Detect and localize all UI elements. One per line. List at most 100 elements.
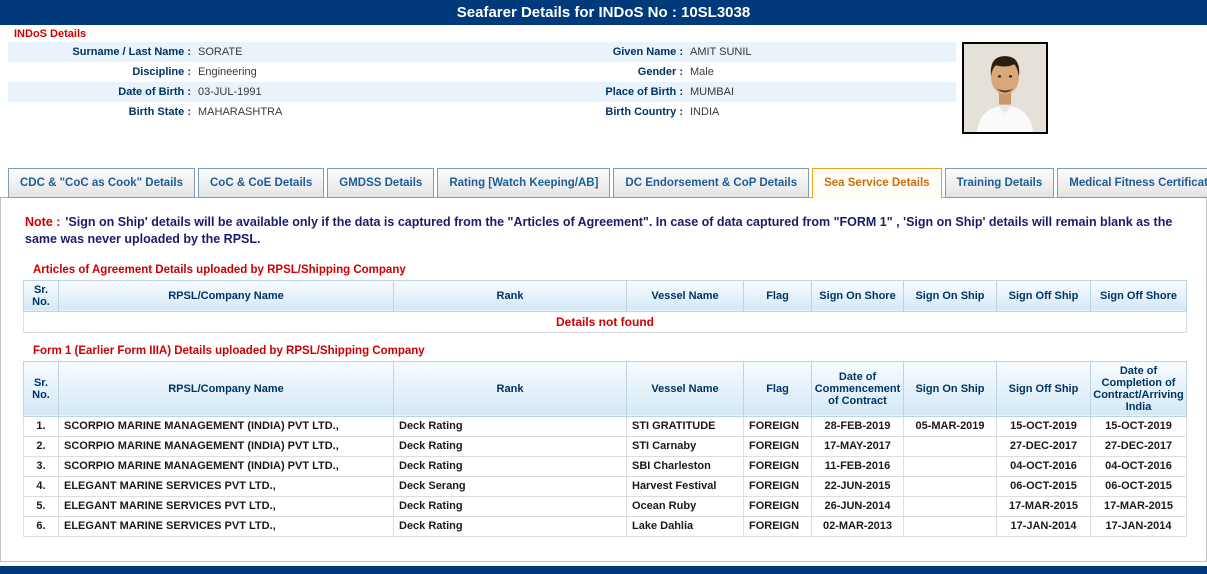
cell-commencement-date: 28-FEB-2019 [812, 416, 904, 436]
cell-sign-on-ship: 05-MAR-2019 [904, 416, 997, 436]
cell-commencement-date: 22-JUN-2015 [812, 476, 904, 496]
cell-company: SCORPIO MARINE MANAGEMENT (INDIA) PVT LT… [59, 416, 394, 436]
cell-sr-no: 3. [24, 456, 59, 476]
tab-cdc-coc-as-cook-details[interactable]: CDC & "CoC as Cook" Details [8, 168, 195, 198]
articles-of-agreement-table: Sr. No. RPSL/Company Name Rank Vessel Na… [23, 280, 1187, 333]
gender-label: Gender : [498, 66, 690, 78]
cell-vessel: STI Carnaby [627, 436, 744, 456]
birth-country-label: Birth Country : [498, 106, 690, 118]
col-sign-off-ship: Sign Off Ship [997, 280, 1091, 311]
col-flag: Flag [744, 361, 812, 416]
cell-flag: FOREIGN [744, 516, 812, 536]
col-sign-off-ship: Sign Off Ship [997, 361, 1091, 416]
articles-header-row: Sr. No. RPSL/Company Name Rank Vessel Na… [24, 280, 1187, 311]
cell-flag: FOREIGN [744, 496, 812, 516]
note-text: Note :'Sign on Ship' details will be ava… [25, 214, 1192, 248]
cell-completion-date: 17-MAR-2015 [1091, 496, 1187, 516]
cell-rank: Deck Rating [394, 516, 627, 536]
cell-sign-off-ship: 15-OCT-2019 [997, 416, 1091, 436]
birth-country-value: INDIA [690, 106, 956, 118]
indos-details-section-label: INDoS Details [14, 28, 1207, 40]
tab-bar: CDC & "CoC as Cook" Details CoC & CoE De… [8, 168, 1207, 198]
cell-sign-off-ship: 27-DEC-2017 [997, 436, 1091, 456]
cell-commencement-date: 11-FEB-2016 [812, 456, 904, 476]
cell-company: ELEGANT MARINE SERVICES PVT LTD., [59, 516, 394, 536]
cell-company: ELEGANT MARINE SERVICES PVT LTD., [59, 476, 394, 496]
cell-sr-no: 1. [24, 416, 59, 436]
tab-rating-watch-keeping-ab[interactable]: Rating [Watch Keeping/AB] [437, 168, 610, 198]
cell-company: SCORPIO MARINE MANAGEMENT (INDIA) PVT LT… [59, 456, 394, 476]
person-portrait-icon [964, 44, 1046, 132]
cell-completion-date: 04-OCT-2016 [1091, 456, 1187, 476]
tab-medical-fitness-certificate[interactable]: Medical Fitness Certificate [1057, 168, 1207, 198]
col-company: RPSL/Company Name [59, 280, 394, 311]
cell-vessel: Lake Dahlia [627, 516, 744, 536]
cell-sign-on-ship [904, 496, 997, 516]
cell-vessel: SBI Charleston [627, 456, 744, 476]
cell-rank: Deck Serang [394, 476, 627, 496]
detail-row-discipline: Discipline : Engineering Gender : Male [8, 62, 956, 82]
cell-sign-off-ship: 17-JAN-2014 [997, 516, 1091, 536]
cell-flag: FOREIGN [744, 456, 812, 476]
tab-training-details[interactable]: Training Details [945, 168, 1055, 198]
birth-state-label: Birth State : [8, 106, 198, 118]
given-name-value: AMIT SUNIL [690, 46, 956, 58]
form1-header-row: Sr. No. RPSL/Company Name Rank Vessel Na… [24, 361, 1187, 416]
detail-row-birth: Date of Birth : 03-JUL-1991 Place of Bir… [8, 82, 956, 102]
cell-company: SCORPIO MARINE MANAGEMENT (INDIA) PVT LT… [59, 436, 394, 456]
surname-value: SORATE [198, 46, 498, 58]
tab-dc-endorsement-cop-details[interactable]: DC Endorsement & CoP Details [613, 168, 809, 198]
cell-sign-off-ship: 17-MAR-2015 [997, 496, 1091, 516]
date-of-birth-label: Date of Birth : [8, 86, 198, 98]
cell-completion-date: 06-OCT-2015 [1091, 476, 1187, 496]
tab-coc-coe-details[interactable]: CoC & CoE Details [198, 168, 324, 198]
col-completion-date: Date of Completion of Contract/Arriving … [1091, 361, 1187, 416]
cell-rank: Deck Rating [394, 436, 627, 456]
detail-row-name: Surname / Last Name : SORATE Given Name … [8, 42, 956, 62]
col-sr-no: Sr. No. [24, 280, 59, 311]
cell-vessel: Ocean Ruby [627, 496, 744, 516]
page-title: Seafarer Details for INDoS No : 10SL3038 [0, 0, 1207, 25]
place-of-birth-label: Place of Birth : [498, 86, 690, 98]
cell-flag: FOREIGN [744, 416, 812, 436]
discipline-value: Engineering [198, 66, 498, 78]
discipline-label: Discipline : [8, 66, 198, 78]
col-vessel: Vessel Name [627, 361, 744, 416]
tab-sea-service-details[interactable]: Sea Service Details [812, 168, 942, 199]
cell-sign-on-ship [904, 436, 997, 456]
seafarer-photo [962, 42, 1048, 134]
col-vessel: Vessel Name [627, 280, 744, 311]
table-row: 2. SCORPIO MARINE MANAGEMENT (INDIA) PVT… [24, 436, 1187, 456]
cell-rank: Deck Rating [394, 416, 627, 436]
cell-sign-on-ship [904, 456, 997, 476]
col-flag: Flag [744, 280, 812, 311]
table-row: 4. ELEGANT MARINE SERVICES PVT LTD., Dec… [24, 476, 1187, 496]
cell-completion-date: 27-DEC-2017 [1091, 436, 1187, 456]
col-sr-no: Sr. No. [24, 361, 59, 416]
cell-rank: Deck Rating [394, 496, 627, 516]
note-prefix: Note : [25, 215, 60, 229]
col-rank: Rank [394, 280, 627, 311]
cell-completion-date: 15-OCT-2019 [1091, 416, 1187, 436]
table-row: 1. SCORPIO MARINE MANAGEMENT (INDIA) PVT… [24, 416, 1187, 436]
cell-commencement-date: 02-MAR-2013 [812, 516, 904, 536]
col-commencement-date: Date of Commencement of Contract [812, 361, 904, 416]
details-not-found-message: Details not found [24, 311, 1187, 332]
cell-rank: Deck Rating [394, 456, 627, 476]
col-sign-off-shore: Sign Off Shore [1091, 280, 1187, 311]
cell-vessel: Harvest Festival [627, 476, 744, 496]
cell-commencement-date: 17-MAY-2017 [812, 436, 904, 456]
given-name-label: Given Name : [498, 46, 690, 58]
col-sign-on-ship: Sign On Ship [904, 361, 997, 416]
sea-service-tab-content: Note :'Sign on Ship' details will be ava… [0, 197, 1207, 562]
cell-vessel: STI GRATITUDE [627, 416, 744, 436]
cell-sign-on-ship [904, 476, 997, 496]
col-sign-on-shore: Sign On Shore [812, 280, 904, 311]
cell-sr-no: 5. [24, 496, 59, 516]
col-rank: Rank [394, 361, 627, 416]
tab-gmdss-details[interactable]: GMDSS Details [327, 168, 434, 198]
col-company: RPSL/Company Name [59, 361, 394, 416]
footer-bar [0, 566, 1207, 574]
cell-completion-date: 17-JAN-2014 [1091, 516, 1187, 536]
birth-state-value: MAHARASHTRA [198, 106, 498, 118]
